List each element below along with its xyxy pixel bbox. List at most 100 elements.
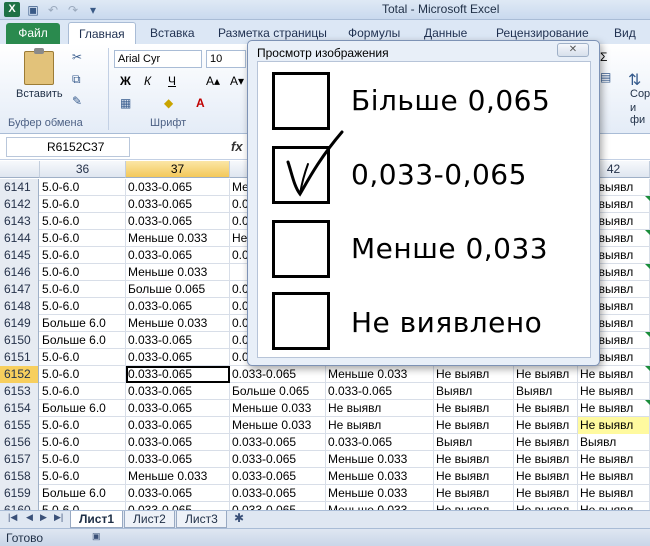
grid-cell[interactable]: 0.033-0.065 xyxy=(126,366,230,383)
grid-cell[interactable]: Не выявл xyxy=(434,417,514,434)
grid-cell[interactable]: Не выявл xyxy=(578,383,650,400)
row-header[interactable]: 6159 xyxy=(0,485,39,502)
grid-cell[interactable]: Не выявл xyxy=(434,400,514,417)
grid-cell[interactable]: Не выявл xyxy=(514,366,578,383)
row-header[interactable]: 6160 xyxy=(0,502,39,510)
grid-cell[interactable]: Больше 6.0 xyxy=(40,332,126,349)
grid-cell[interactable]: 5.0-6.0 xyxy=(40,264,126,281)
redo-icon[interactable]: ↷ xyxy=(66,3,80,17)
italic-button[interactable]: К xyxy=(144,74,151,88)
grid-cell[interactable]: 5.0-6.0 xyxy=(40,196,126,213)
prev-sheet-icon[interactable]: ◀ xyxy=(26,512,33,523)
grid-cell[interactable]: Не выявл xyxy=(514,468,578,485)
bold-button[interactable]: Ж xyxy=(120,74,131,88)
tab-page-layout[interactable]: Разметка страницы xyxy=(218,26,327,40)
tab-review[interactable]: Рецензирование xyxy=(496,26,589,40)
grid-cell[interactable]: Больше 6.0 xyxy=(40,315,126,332)
decrease-font-icon[interactable]: A▾ xyxy=(230,74,244,88)
font-name-select[interactable]: Arial Cyr xyxy=(114,50,202,68)
row-header[interactable]: 6145 xyxy=(0,247,39,264)
grid-cell[interactable]: Меньше 0.033 xyxy=(326,468,434,485)
grid-cell[interactable]: 0.033-0.065 xyxy=(230,451,326,468)
paste-icon[interactable] xyxy=(24,48,54,85)
grid-cell[interactable]: Не выявл xyxy=(434,366,514,383)
grid-cell[interactable]: Не выявл xyxy=(578,485,650,502)
grid-cell[interactable]: 0.033-0.065 xyxy=(126,179,230,196)
sheet-tab-2[interactable]: Лист2 xyxy=(124,511,175,528)
grid-cell[interactable]: Не выявл xyxy=(434,468,514,485)
row-header[interactable]: 6148 xyxy=(0,298,39,315)
sort-filter-label-2[interactable]: и фи xyxy=(630,102,650,126)
row-header[interactable]: 6154 xyxy=(0,400,39,417)
grid-cell[interactable]: Выявл xyxy=(434,434,514,451)
row-header[interactable]: 6141 xyxy=(0,179,39,196)
font-color-icon[interactable]: A xyxy=(196,96,205,110)
column-header[interactable]: 37 xyxy=(126,161,230,178)
grid-cell[interactable]: 5.0-6.0 xyxy=(40,417,126,434)
first-sheet-icon[interactable]: |◀ xyxy=(8,512,17,523)
select-all-corner[interactable] xyxy=(0,161,40,178)
grid-cell[interactable]: Выявл xyxy=(578,434,650,451)
row-header[interactable]: 6147 xyxy=(0,281,39,298)
row-header[interactable]: 6150 xyxy=(0,332,39,349)
grid-cell[interactable]: 0.033-0.065 xyxy=(326,383,434,400)
row-header[interactable]: 6155 xyxy=(0,417,39,434)
underline-button[interactable]: Ч xyxy=(168,74,176,88)
grid-cell[interactable]: 0.033-0.065 xyxy=(126,485,230,502)
name-box[interactable]: R6152C37 xyxy=(6,137,130,157)
grid-cell[interactable]: 0.033-0.065 xyxy=(230,485,326,502)
grid-cell[interactable]: Не выявл xyxy=(578,366,650,383)
grid-cell[interactable]: Выявл xyxy=(514,383,578,400)
insert-sheet-icon[interactable]: ✱ xyxy=(234,511,244,525)
save-icon[interactable]: ▣ xyxy=(26,3,40,17)
customize-qat-icon[interactable]: ▾ xyxy=(86,3,100,17)
grid-cell[interactable]: Не выявл xyxy=(434,502,514,510)
undo-icon[interactable]: ↶ xyxy=(46,3,60,17)
grid-cell[interactable]: 0.033-0.065 xyxy=(326,434,434,451)
grid-cell[interactable]: Не выявл xyxy=(578,400,650,417)
grid-cell[interactable]: Не выявл xyxy=(514,417,578,434)
row-header[interactable]: 6151 xyxy=(0,349,39,366)
grid-cell[interactable]: Меньше 0.033 xyxy=(326,485,434,502)
grid-cell[interactable]: 0.033-0.065 xyxy=(126,502,230,510)
grid-cell[interactable]: 5.0-6.0 xyxy=(40,451,126,468)
row-header[interactable]: 6146 xyxy=(0,264,39,281)
copy-icon[interactable]: ⧉ xyxy=(72,72,81,87)
grid-cell[interactable]: Больше 0.065 xyxy=(126,281,230,298)
grid-cell[interactable]: 0.033-0.065 xyxy=(126,298,230,315)
grid-cell[interactable]: Больше 6.0 xyxy=(40,400,126,417)
grid-cell[interactable]: Меньше 0.033 xyxy=(230,400,326,417)
sheet-tab-1[interactable]: Лист1 xyxy=(70,511,124,528)
grid-cell[interactable]: 0.033-0.065 xyxy=(126,196,230,213)
grid-cell[interactable]: Меньше 0.033 xyxy=(126,315,230,332)
grid-cell[interactable]: 0.033-0.065 xyxy=(126,332,230,349)
next-sheet-icon[interactable]: ▶ xyxy=(40,512,47,523)
grid-cell[interactable]: 0.033-0.065 xyxy=(230,434,326,451)
grid-cell[interactable]: 5.0-6.0 xyxy=(40,281,126,298)
grid-cell[interactable]: 0.033-0.065 xyxy=(126,417,230,434)
grid-cell[interactable]: 5.0-6.0 xyxy=(40,298,126,315)
grid-cell[interactable]: 0.033-0.065 xyxy=(126,383,230,400)
cut-icon[interactable]: ✂ xyxy=(72,50,82,64)
file-tab[interactable]: Файл xyxy=(6,23,60,44)
grid-cell[interactable]: Меньше 0.033 xyxy=(126,264,230,281)
last-sheet-icon[interactable]: ▶| xyxy=(54,512,63,523)
grid-cell[interactable]: Не выявл xyxy=(514,400,578,417)
grid-cell[interactable]: 5.0-6.0 xyxy=(40,366,126,383)
grid-cell[interactable]: Меньше 0.033 xyxy=(126,468,230,485)
row-header[interactable]: 6142 xyxy=(0,196,39,213)
grid-cell[interactable]: 5.0-6.0 xyxy=(40,468,126,485)
grid-cell[interactable]: 0.033-0.065 xyxy=(230,468,326,485)
grid-cell[interactable]: 5.0-6.0 xyxy=(40,502,126,510)
grid-cell[interactable]: Не выявл xyxy=(514,451,578,468)
row-header[interactable]: 6144 xyxy=(0,230,39,247)
grid-cell[interactable]: Выявл xyxy=(434,383,514,400)
grid-cell[interactable]: 5.0-6.0 xyxy=(40,434,126,451)
grid-cell[interactable]: 0.033-0.065 xyxy=(126,434,230,451)
tab-data[interactable]: Данные xyxy=(424,26,467,40)
macro-record-icon[interactable]: ▣ xyxy=(92,531,101,542)
grid-cell[interactable]: Не выявл xyxy=(434,451,514,468)
tab-view[interactable]: Вид xyxy=(614,26,636,40)
row-header[interactable]: 6143 xyxy=(0,213,39,230)
sort-filter-label-1[interactable]: Сор xyxy=(630,88,650,100)
